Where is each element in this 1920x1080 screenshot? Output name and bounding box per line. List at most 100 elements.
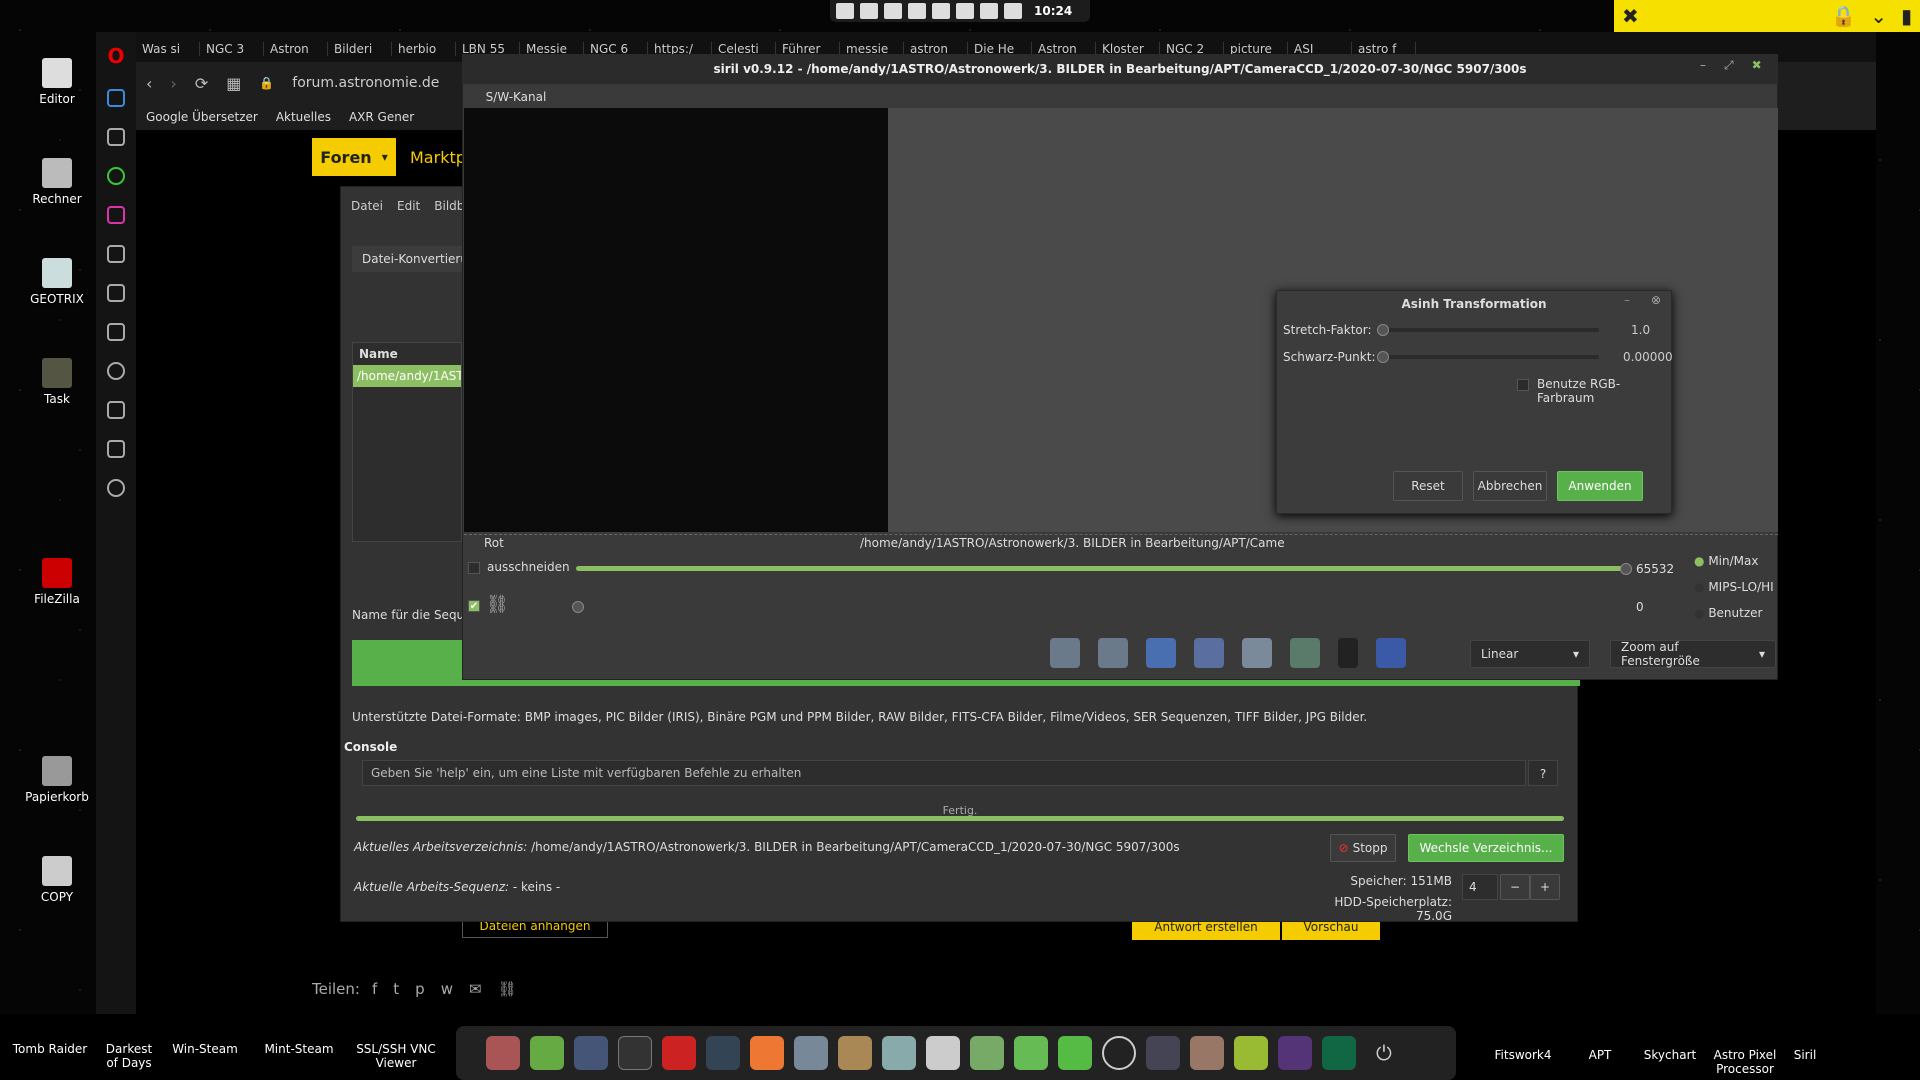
launcher-skychart[interactable]: Skychart: [1630, 1012, 1710, 1076]
dock-app-icon[interactable]: [574, 1036, 608, 1070]
minimize-icon[interactable]: –: [1624, 293, 1630, 307]
download-icon[interactable]: [107, 401, 125, 419]
panel-app-icon[interactable]: [932, 3, 950, 19]
launcher-darkest-of-days[interactable]: Darkest of Days: [100, 1012, 158, 1070]
dock-app-icon[interactable]: [838, 1036, 872, 1070]
statistics-icon[interactable]: [1290, 638, 1320, 668]
tabs-grid-icon[interactable]: ▦: [226, 74, 241, 93]
max-slider-handle[interactable]: [1620, 563, 1632, 575]
dock-app-icon[interactable]: [1322, 1036, 1356, 1070]
rotate-right-icon[interactable]: [1098, 638, 1128, 668]
menu-datei[interactable]: Datei: [351, 199, 383, 213]
reload-icon[interactable]: ⟳: [195, 74, 208, 93]
decrement-button[interactable]: −: [1500, 874, 1530, 900]
close-icon[interactable]: ✖: [1622, 4, 1639, 28]
apply-button[interactable]: Anwenden: [1557, 471, 1643, 501]
facebook-icon[interactable]: f: [372, 980, 377, 998]
opera-logo-icon[interactable]: O: [107, 44, 124, 68]
radio-minmax[interactable]: ● Min/Max: [1694, 554, 1774, 568]
thread-count-input[interactable]: 4: [1462, 874, 1498, 900]
link-icon[interactable]: ⛓: [486, 594, 509, 615]
negative-icon[interactable]: [1338, 638, 1358, 668]
back-icon[interactable]: ‹: [146, 74, 152, 93]
menu-edit[interactable]: Edit: [397, 199, 420, 213]
browser-tab[interactable]: Bilderi: [328, 42, 392, 56]
reset-button[interactable]: Reset: [1393, 471, 1463, 501]
stretch-slider[interactable]: [1381, 328, 1599, 332]
min-slider-handle[interactable]: [572, 601, 584, 613]
firefox-icon[interactable]: [750, 1036, 784, 1070]
dock-app-icon[interactable]: [1278, 1036, 1312, 1070]
dock-app-icon[interactable]: [1146, 1036, 1180, 1070]
history-icon[interactable]: [107, 362, 125, 380]
bookmark-item[interactable]: Aktuelles: [276, 110, 331, 124]
minimize-icon[interactable]: –: [1700, 58, 1706, 73]
launcher-ssh-vnc[interactable]: SSL/SSH VNC Viewer: [346, 1012, 446, 1070]
bookmark-item[interactable]: Google Übersetzer: [146, 110, 258, 124]
apps-icon[interactable]: [107, 245, 125, 263]
rotate-left-icon[interactable]: [1050, 638, 1080, 668]
news-icon[interactable]: [107, 323, 125, 341]
chevron-down-icon[interactable]: ⌄: [1870, 4, 1887, 28]
star-icon[interactable]: [107, 128, 125, 146]
home-icon[interactable]: [107, 89, 125, 107]
close-icon[interactable]: ⊗: [1651, 293, 1661, 307]
radio-mips[interactable]: ● MIPS-LO/HI: [1694, 580, 1774, 594]
mail-icon[interactable]: ✉: [469, 980, 482, 998]
bookmark-item[interactable]: AXR Gener: [349, 110, 414, 124]
maximize-icon[interactable]: ⤢: [1724, 58, 1734, 73]
radio-benutzer[interactable]: ● Benutzer: [1694, 606, 1774, 620]
panel-app-icon[interactable]: [908, 3, 926, 19]
dock-app-icon[interactable]: [706, 1036, 740, 1070]
lock-icon[interactable]: 🔒: [1831, 4, 1856, 28]
power-icon[interactable]: ⏻: [1376, 1041, 1392, 1065]
dock-app-icon[interactable]: [882, 1036, 916, 1070]
dock-app-icon[interactable]: [486, 1036, 520, 1070]
dock-app-icon[interactable]: [1102, 1036, 1136, 1070]
console-input[interactable]: Geben Sie 'help' ein, um eine Liste mit …: [362, 760, 1526, 786]
cancel-button[interactable]: Abbrechen: [1473, 471, 1547, 501]
tab-datei-konvertierung[interactable]: Datei-Konvertierung: [352, 246, 462, 272]
increment-button[interactable]: +: [1530, 874, 1560, 900]
whatsapp-icon[interactable]: [107, 167, 125, 185]
heart-icon[interactable]: [107, 284, 125, 302]
pinterest-icon[interactable]: p: [415, 980, 425, 998]
panel-app-icon[interactable]: [956, 3, 974, 19]
rgb-checkbox[interactable]: [1517, 379, 1529, 391]
scale-select[interactable]: Linear ▾: [1470, 640, 1590, 668]
twitter-icon[interactable]: t: [393, 980, 399, 998]
forward-icon[interactable]: ›: [170, 74, 176, 93]
terminal-icon[interactable]: [618, 1036, 652, 1070]
dock-app-icon[interactable]: [926, 1036, 960, 1070]
launcher-fitswork[interactable]: Fitswork4: [1476, 1012, 1570, 1076]
folder-icon[interactable]: [1058, 1036, 1092, 1070]
blackpoint-slider[interactable]: [1381, 355, 1599, 359]
launcher-mint-steam[interactable]: Mint-Steam: [252, 1012, 346, 1070]
gimp-icon[interactable]: [1190, 1036, 1224, 1070]
settings-icon[interactable]: [107, 479, 125, 497]
panel-app-icon[interactable]: [980, 3, 998, 19]
panel-app-icon[interactable]: [884, 3, 902, 19]
star-icon[interactable]: [1376, 638, 1406, 668]
stretch-slider-handle[interactable]: [1377, 324, 1389, 336]
tab-sw-kanal[interactable]: S/W-Kanal: [474, 86, 558, 108]
panel-app-icon[interactable]: [836, 3, 854, 19]
launcher-tomb-raider[interactable]: Tomb Raider: [0, 1012, 100, 1070]
folder-icon[interactable]: [530, 1036, 564, 1070]
launcher-siril[interactable]: Siril: [1780, 1012, 1830, 1076]
browser-tab[interactable]: Was si: [136, 42, 200, 56]
image-viewport[interactable]: [464, 108, 888, 532]
cube-icon[interactable]: [107, 440, 125, 458]
panel-app-icon[interactable]: [860, 3, 878, 19]
blackpoint-slider-handle[interactable]: [1377, 351, 1389, 363]
browser-tab[interactable]: herbio: [392, 42, 456, 56]
launcher-win-steam[interactable]: Win-Steam: [158, 1012, 252, 1070]
link-checkbox[interactable]: ✔: [468, 600, 480, 612]
dock-app-icon[interactable]: [794, 1036, 828, 1070]
panel-app-icon[interactable]: [1004, 3, 1022, 19]
bookmark-icon[interactable]: ▮: [1901, 4, 1912, 28]
help-icon[interactable]: ?: [1528, 760, 1558, 786]
list-item[interactable]: /home/andy/1ASTRO: [353, 365, 461, 387]
folder-icon[interactable]: [970, 1036, 1004, 1070]
opera-icon[interactable]: [662, 1036, 696, 1070]
